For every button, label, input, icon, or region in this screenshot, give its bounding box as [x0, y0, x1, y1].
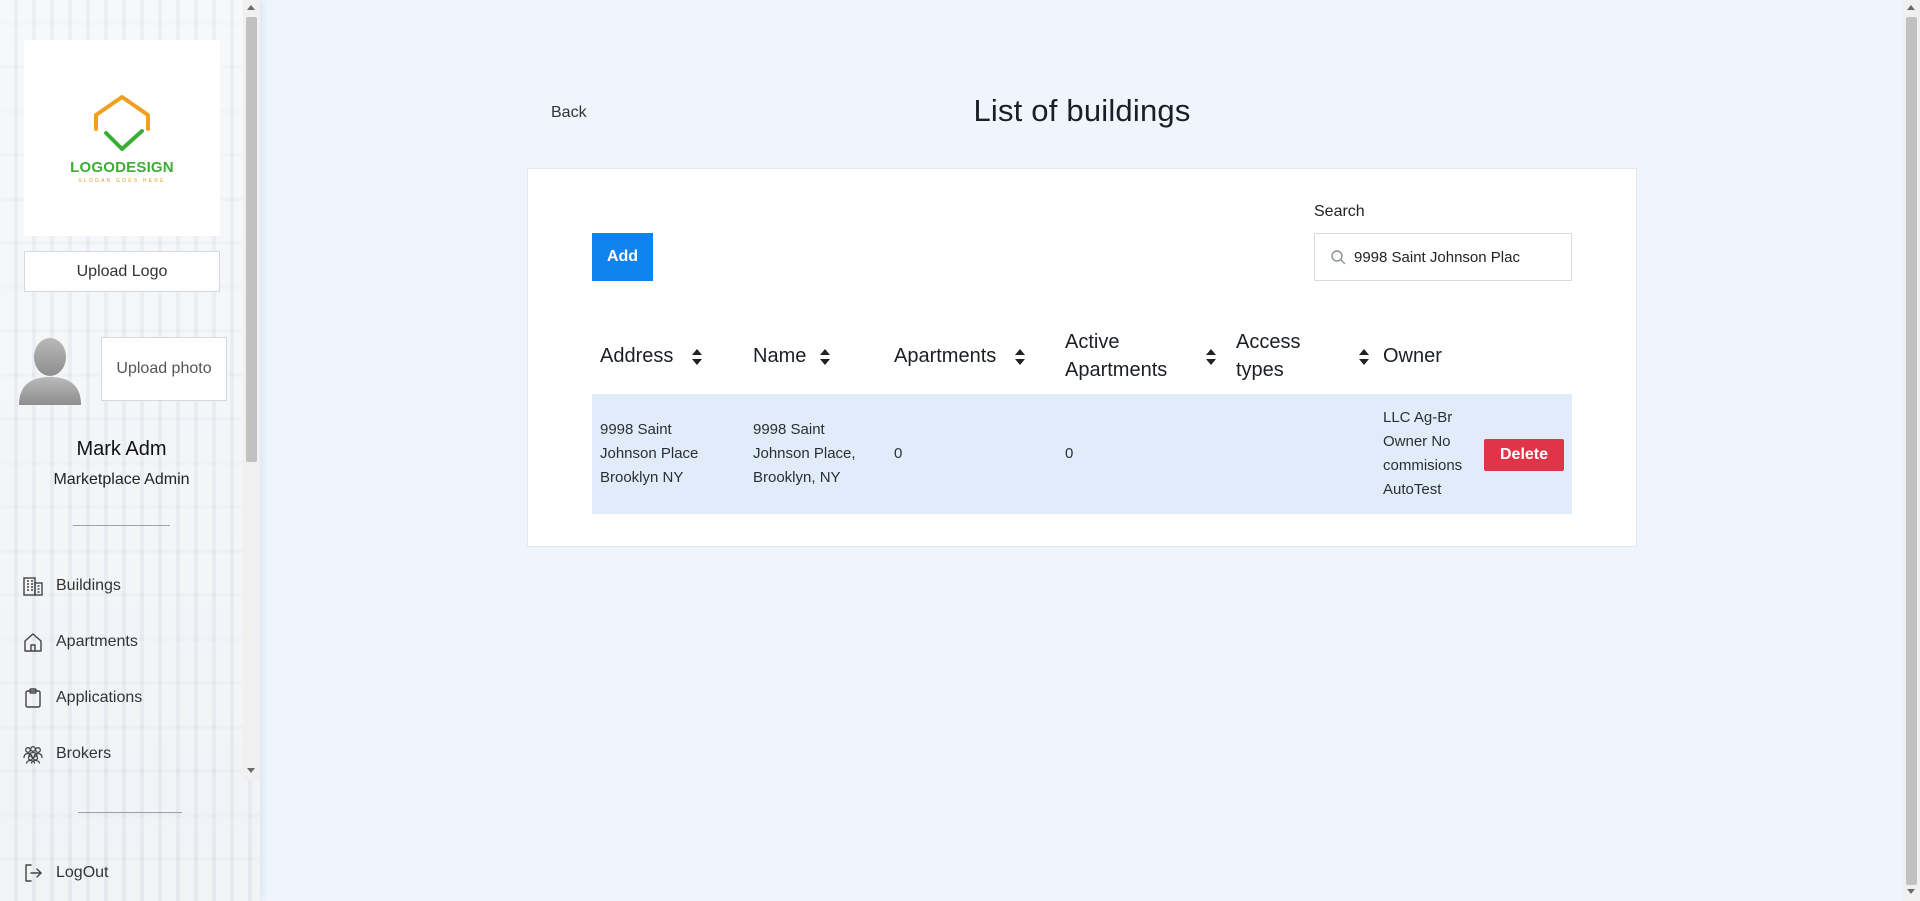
sort-icon[interactable] — [1014, 347, 1026, 367]
cell-access-types — [1236, 394, 1356, 514]
cell-active-apartments: 0 — [1065, 445, 1074, 462]
sidebar-item-label: Brokers — [56, 745, 112, 762]
cell-name: 9998 Saint Johnson Place, Brooklyn, NY — [753, 421, 856, 486]
logo-house-icon — [94, 94, 150, 151]
cell-address: 9998 Saint Johnson Place Brooklyn NY — [600, 421, 699, 486]
scroll-up-arrow-icon[interactable] — [1907, 5, 1915, 10]
table-header: Address Name Apartments Active Apartment… — [592, 318, 1572, 394]
scroll-down-arrow-icon[interactable] — [1907, 889, 1915, 894]
sidebar: LOGODESIGN SLOGAN GOES HERE Upload Logo … — [0, 0, 260, 901]
page-scrollbar[interactable] — [1903, 0, 1920, 901]
column-header-label: Owner — [1383, 345, 1442, 367]
avatar — [19, 338, 81, 405]
scroll-down-arrow-icon[interactable] — [247, 768, 255, 773]
back-link[interactable]: Back — [551, 104, 587, 122]
sidebar-item-label: Applications — [56, 689, 143, 706]
search-icon — [1331, 250, 1346, 265]
logout-button[interactable]: LogOut — [22, 858, 232, 888]
column-header-label: Access types — [1236, 331, 1301, 381]
column-header-label: Name — [753, 345, 807, 367]
user-name: Mark Adm — [76, 438, 167, 460]
delete-button[interactable]: Delete — [1484, 439, 1564, 471]
search-input[interactable] — [1354, 248, 1554, 266]
logo-slogan: SLOGAN GOES HERE — [78, 177, 166, 184]
column-header-active-apartments[interactable]: Active Apartments — [1065, 318, 1225, 394]
sort-icon[interactable] — [691, 347, 703, 367]
column-header-owner: Owner — [1383, 318, 1503, 394]
sort-icon[interactable] — [1205, 347, 1217, 367]
logo-text: LOGODESIGN — [70, 158, 174, 176]
sort-icon[interactable] — [819, 347, 831, 367]
cell-apartments: 0 — [894, 445, 903, 462]
users-icon — [23, 746, 43, 764]
table-row: 9998 Saint Johnson Place Brooklyn NY 999… — [592, 394, 1572, 514]
scroll-up-arrow-icon[interactable] — [247, 5, 255, 10]
sidebar-scrollbar[interactable] — [243, 0, 260, 780]
upload-photo-button[interactable]: Upload photo — [101, 337, 227, 401]
scrollbar-thumb[interactable] — [1906, 17, 1917, 885]
building-icon — [23, 577, 43, 596]
home-icon — [24, 633, 42, 652]
column-header-address[interactable]: Address — [600, 318, 740, 394]
column-header-access-types[interactable]: Access types — [1236, 318, 1376, 394]
column-header-label: Active Apartments — [1065, 331, 1168, 381]
sidebar-item-buildings[interactable]: Buildings — [22, 571, 232, 601]
sidebar-item-apartments[interactable]: Apartments — [22, 627, 232, 657]
column-header-label: Apartments — [894, 345, 997, 367]
user-role: Marketplace Admin — [53, 471, 190, 488]
sidebar-item-applications[interactable]: Applications — [22, 683, 232, 713]
sidebar-item-label: Apartments — [56, 633, 138, 650]
sidebar-item-label: Buildings — [56, 577, 121, 594]
sidebar-divider — [78, 812, 182, 813]
search-box[interactable] — [1314, 233, 1572, 281]
cell-owner: LLC Ag-Br Owner No commisions AutoTest — [1383, 409, 1463, 498]
scrollbar-thumb[interactable] — [246, 17, 257, 462]
column-header-name[interactable]: Name — [753, 318, 883, 394]
upload-logo-button[interactable]: Upload Logo — [24, 251, 220, 292]
clipboard-icon — [25, 688, 41, 708]
add-building-button[interactable]: Add — [592, 233, 653, 281]
sidebar-divider — [73, 525, 170, 526]
page-title: List of buildings — [973, 93, 1191, 128]
sort-icon[interactable] — [1358, 347, 1370, 367]
column-header-label: Address — [600, 345, 674, 367]
company-logo: LOGODESIGN SLOGAN GOES HERE — [24, 40, 220, 236]
search-label: Search — [1314, 203, 1365, 220]
sidebar-item-brokers[interactable]: Brokers — [22, 739, 232, 769]
logout-label: LogOut — [56, 864, 109, 881]
logout-icon — [25, 864, 42, 882]
column-header-apartments[interactable]: Apartments — [894, 318, 1054, 394]
